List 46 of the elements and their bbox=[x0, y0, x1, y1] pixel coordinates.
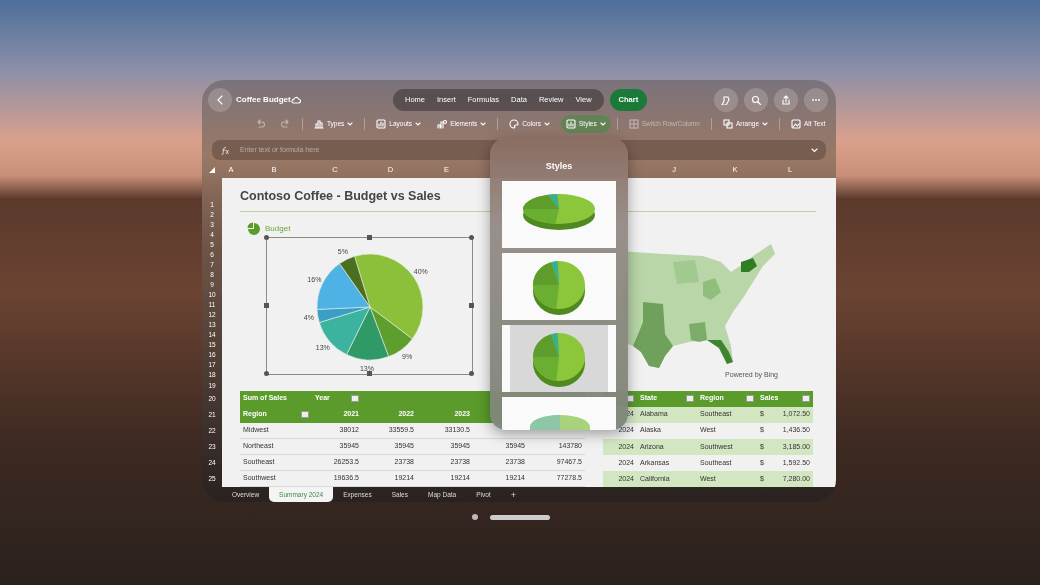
copilot-button[interactable] bbox=[714, 88, 738, 112]
resize-handle[interactable] bbox=[366, 235, 372, 240]
resize-handle[interactable] bbox=[469, 303, 474, 308]
resize-handle[interactable] bbox=[469, 235, 474, 240]
search-button[interactable] bbox=[744, 88, 768, 112]
resize-handle[interactable] bbox=[366, 371, 372, 376]
chart-elements-icon bbox=[437, 119, 448, 129]
chevron-left-icon bbox=[216, 95, 224, 105]
bar-chart-icon bbox=[314, 119, 324, 129]
style-thumbnail[interactable] bbox=[502, 324, 616, 392]
filter-button[interactable] bbox=[746, 395, 754, 403]
filter-button[interactable] bbox=[351, 395, 359, 402]
pie-chart-icon bbox=[247, 222, 261, 236]
stacked-squares-icon bbox=[722, 119, 733, 129]
function-icon bbox=[220, 145, 230, 155]
palette-icon bbox=[509, 119, 520, 129]
resize-handle[interactable] bbox=[264, 303, 269, 308]
popover-title: Styles bbox=[545, 160, 573, 173]
more-button[interactable] bbox=[804, 88, 828, 112]
cloud-icon bbox=[290, 96, 301, 104]
image-icon bbox=[791, 119, 802, 129]
share-icon bbox=[781, 95, 791, 105]
chevron-down-icon bbox=[811, 147, 818, 153]
chart-style-icon bbox=[566, 119, 577, 129]
filter-button[interactable] bbox=[301, 411, 309, 418]
filter-button[interactable] bbox=[686, 395, 694, 403]
add-sheet-button[interactable]: + bbox=[500, 487, 526, 502]
resize-handle[interactable] bbox=[469, 371, 474, 376]
window-title: Coffee Budget bbox=[236, 94, 291, 106]
layout-icon bbox=[376, 119, 387, 129]
grid-icon bbox=[628, 119, 639, 129]
window-grabber[interactable] bbox=[490, 514, 550, 520]
resize-handle[interactable] bbox=[264, 235, 269, 240]
chart-title: Budget bbox=[265, 223, 291, 235]
style-thumbnail[interactable] bbox=[502, 180, 616, 248]
filter-button[interactable] bbox=[802, 395, 810, 403]
undo-icon bbox=[255, 119, 265, 129]
resize-handle[interactable] bbox=[264, 371, 269, 376]
share-button[interactable] bbox=[774, 88, 798, 112]
sheet-title: Contoso Coffee - Budget vs Sales bbox=[240, 189, 442, 203]
style-thumbnail[interactable] bbox=[502, 252, 616, 320]
search-icon bbox=[751, 95, 761, 105]
window-dot[interactable] bbox=[472, 514, 478, 520]
back-button[interactable] bbox=[208, 88, 232, 112]
redo-icon bbox=[281, 119, 291, 129]
select-all-icon bbox=[209, 167, 215, 173]
